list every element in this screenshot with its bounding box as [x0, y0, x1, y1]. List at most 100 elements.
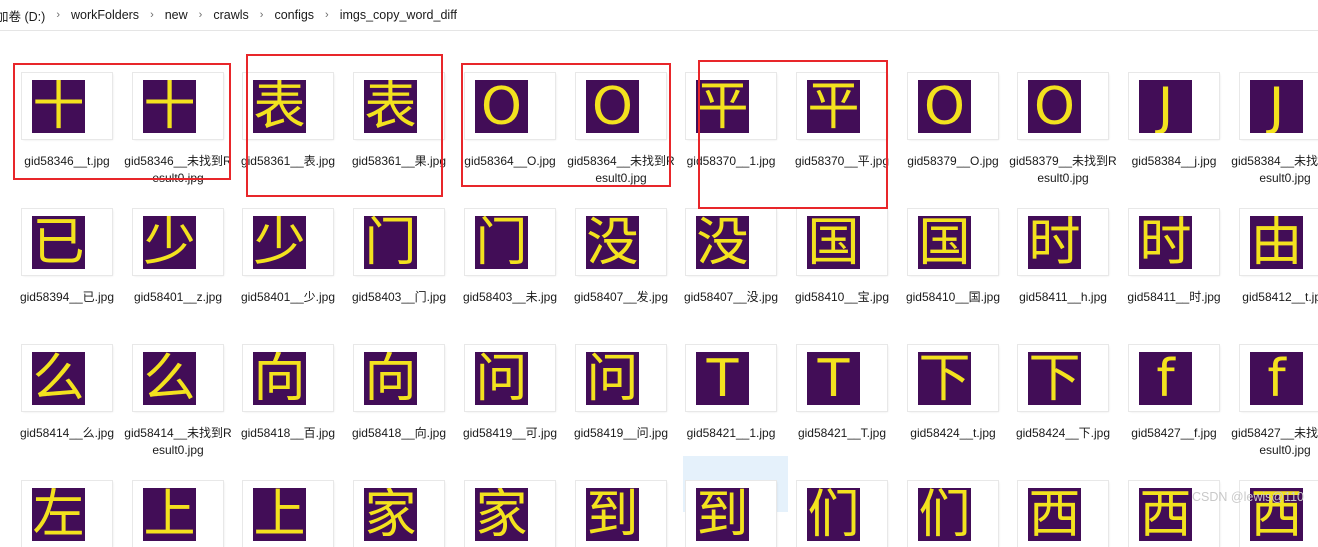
file-thumbnail: 国	[908, 209, 998, 275]
file-thumbnail: 已	[22, 209, 112, 275]
file-thumbnail: 没	[576, 209, 666, 275]
file-name: gid58418__向.jpg	[351, 426, 447, 440]
file-name: gid58427__未找到Result0.jpg	[1231, 426, 1318, 457]
file-thumbnail: 么	[22, 345, 112, 411]
glyph-image: T	[696, 352, 749, 405]
file-thumbnail: 左	[22, 481, 112, 547]
glyph-image: 问	[586, 352, 639, 405]
file-thumbnail: 么	[133, 345, 223, 411]
glyph-image: 已	[32, 216, 85, 269]
file-name: gid58384__未找到Result0.jpg	[1231, 154, 1318, 185]
file-thumbnail: 西	[1018, 481, 1108, 547]
file-name: gid58419__可.jpg	[462, 426, 558, 440]
file-thumbnail: 家	[465, 481, 555, 547]
glyph-image: J	[1250, 80, 1303, 133]
glyph-image: 少	[143, 216, 196, 269]
glyph-image: 向	[364, 352, 417, 405]
file-name: gid58411__h.jpg	[1019, 290, 1107, 304]
file-name: gid58412__t.jpg	[1242, 290, 1318, 304]
highlight-box-1	[13, 63, 231, 180]
file-name: gid58379__未找到Result0.jpg	[1009, 154, 1117, 185]
glyph-image: 下	[918, 352, 971, 405]
glyph-image: 上	[253, 488, 306, 541]
file-thumbnail: 时	[1018, 209, 1108, 275]
file-name: gid58401__z.jpg	[133, 290, 223, 304]
glyph-image: 么	[143, 352, 196, 405]
file-thumbnail: 上	[243, 481, 333, 547]
highlight-box-4	[698, 60, 888, 209]
file-thumbnail: f	[1129, 345, 1219, 411]
file-name: gid58411__时.jpg	[1127, 290, 1221, 304]
file-name: gid58424__下.jpg	[1015, 426, 1111, 440]
file-thumbnail: O	[908, 73, 998, 139]
file-name: gid58427__f.jpg	[1131, 426, 1217, 440]
file-thumbnail: O	[1018, 73, 1108, 139]
highlight-box-3	[461, 63, 671, 187]
watermark: CSDN @lewis@110	[1192, 490, 1304, 504]
file-name: gid58403__门.jpg	[351, 290, 447, 304]
file-thumbnail: 由	[1240, 209, 1318, 275]
glyph-image: 们	[807, 488, 860, 541]
file-name: gid58424__t.jpg	[910, 426, 996, 440]
glyph-image: 到	[696, 488, 749, 541]
glyph-image: f	[1139, 352, 1192, 405]
glyph-image: 上	[143, 488, 196, 541]
file-thumbnail: 门	[354, 209, 444, 275]
file-name: gid58407__没.jpg	[683, 290, 779, 304]
highlight-box-2	[246, 54, 443, 197]
glyph-image: 门	[364, 216, 417, 269]
glyph-image: 少	[253, 216, 306, 269]
file-name: gid58403__未.jpg	[462, 290, 558, 304]
glyph-image: 西	[1139, 488, 1192, 541]
file-thumbnail: J	[1129, 73, 1219, 139]
file-thumbnail: 们	[908, 481, 998, 547]
file-name: gid58414__么.jpg	[19, 426, 115, 440]
glyph-image: 问	[475, 352, 528, 405]
file-name: gid58421__1.jpg	[686, 426, 776, 440]
glyph-image: J	[1139, 80, 1192, 133]
glyph-image: 么	[32, 352, 85, 405]
glyph-image: 国	[807, 216, 860, 269]
glyph-image: 时	[1139, 216, 1192, 269]
file-thumbnail: 门	[465, 209, 555, 275]
file-thumbnail: 下	[908, 345, 998, 411]
file-name: gid58410__国.jpg	[905, 290, 1001, 304]
file-thumbnail: 下	[1018, 345, 1108, 411]
file-name: gid58407__发.jpg	[573, 290, 669, 304]
file-thumbnail: 到	[686, 481, 776, 547]
glyph-image: f	[1250, 352, 1303, 405]
file-thumbnail: f	[1240, 345, 1318, 411]
file-thumbnail: J	[1240, 73, 1318, 139]
file-name: gid58384__j.jpg	[1131, 154, 1217, 168]
file-thumbnail: T	[797, 345, 887, 411]
glyph-image: 没	[586, 216, 639, 269]
file-thumbnail: 问	[576, 345, 666, 411]
file-thumbnail: 没	[686, 209, 776, 275]
file-thumbnail: 问	[465, 345, 555, 411]
file-thumbnail: T	[686, 345, 776, 411]
file-thumbnail: 少	[243, 209, 333, 275]
glyph-image: 家	[475, 488, 528, 541]
glyph-image: 时	[1028, 216, 1081, 269]
file-name: gid58401__少.jpg	[240, 290, 336, 304]
glyph-image: 左	[32, 488, 85, 541]
glyph-image: 国	[918, 216, 971, 269]
file-name: gid58419__问.jpg	[573, 426, 669, 440]
glyph-image: 家	[364, 488, 417, 541]
glyph-image: 下	[1028, 352, 1081, 405]
file-name: gid58414__未找到Result0.jpg	[124, 426, 232, 457]
file-name: gid58379__O.jpg	[907, 154, 999, 168]
glyph-image: 到	[586, 488, 639, 541]
file-thumbnail: 到	[576, 481, 666, 547]
file-thumbnail: 向	[354, 345, 444, 411]
file-thumbnail: 少	[133, 209, 223, 275]
file-thumbnail: 国	[797, 209, 887, 275]
glyph-image: 门	[475, 216, 528, 269]
glyph-image: 们	[918, 488, 971, 541]
file-name: gid58410__宝.jpg	[794, 290, 890, 304]
glyph-image: O	[1028, 80, 1081, 133]
glyph-image: 向	[253, 352, 306, 405]
file-name: gid58418__百.jpg	[240, 426, 336, 440]
file-thumbnail: 向	[243, 345, 333, 411]
glyph-image: 由	[1250, 216, 1303, 269]
